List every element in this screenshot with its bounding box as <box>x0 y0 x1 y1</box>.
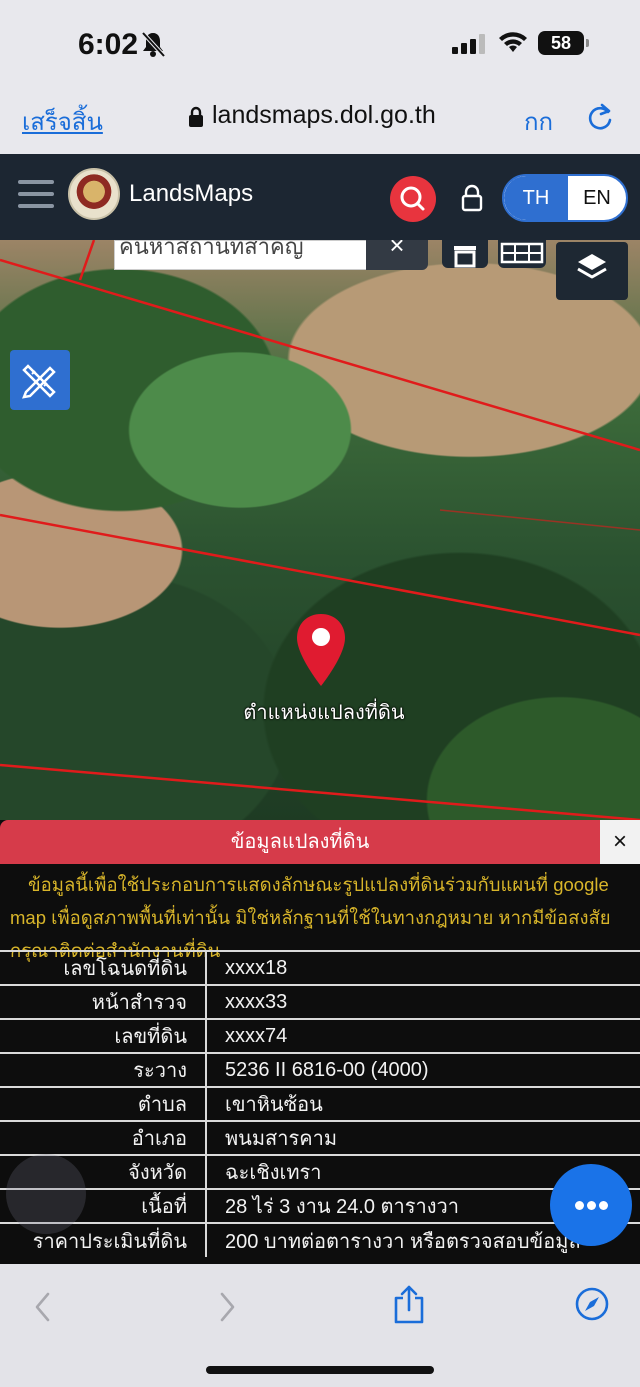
search-clear-button[interactable]: × <box>366 240 428 270</box>
row-value: xxxx74 <box>206 1018 640 1053</box>
table-row: อำเภอ พนมสารคาม <box>0 1120 640 1155</box>
row-label: เลขโฉนดที่ดิน <box>0 950 207 985</box>
lang-en-option[interactable]: EN <box>568 176 626 220</box>
measure-tool-button[interactable] <box>10 350 70 410</box>
layers-icon <box>577 254 607 279</box>
more-options-button[interactable] <box>550 1164 632 1246</box>
table-row: เลขโฉนดที่ดิน xxxx18 <box>0 950 640 985</box>
map-pin-icon[interactable] <box>294 612 348 688</box>
language-toggle[interactable]: TH EN <box>502 174 628 222</box>
grid-icon <box>500 242 544 264</box>
search-button[interactable] <box>390 176 436 222</box>
panel-close-button[interactable]: × <box>600 820 640 864</box>
compass-icon[interactable] <box>574 1286 610 1322</box>
table-row: หน้าสำรวจ xxxx33 <box>0 984 640 1019</box>
table-row: เลขที่ดิน xxxx74 <box>0 1018 640 1053</box>
cellular-signal-icon <box>452 34 485 54</box>
satellite-map[interactable]: ค้นหาสถานที่สำคัญ × ตำแหน่งแปลงที่ดิน <box>0 240 640 820</box>
done-button[interactable]: เสร็จสิ้น <box>22 102 103 141</box>
parcel-info-table: เลขโฉนดที่ดิน xxxx18 หน้าสำรวจ xxxx33 เลขที่… <box>0 950 640 1257</box>
table-row: จังหวัด ฉะเชิงเทรา <box>0 1154 640 1189</box>
chevron-right-icon[interactable] <box>216 1290 238 1324</box>
table-row: ตำบล เขาหินซ้อน <box>0 1086 640 1121</box>
browser-address-bar: เสร็จสิ้น landsmaps.dol.go.th กก <box>0 90 640 154</box>
row-label: หน้าสำรวจ <box>0 984 207 1019</box>
padlock-icon[interactable] <box>460 184 484 212</box>
table-row: เนื้อที่ 28 ไร่ 3 งาน 24.0 ตารางวา <box>0 1188 640 1223</box>
status-time: 6:02 <box>78 28 139 61</box>
row-label: ระวาง <box>0 1052 207 1087</box>
brand-title: LandsMaps <box>129 180 254 207</box>
status-bar: 6:02 58 <box>0 0 640 90</box>
home-indicator <box>206 1366 434 1374</box>
search-icon <box>400 186 425 211</box>
parcel-info-panel: ข้อมูลแปลงที่ดิน × ข้อมูลนี้เพื่อใช้ประก… <box>0 820 640 1264</box>
parcel-boundaries <box>0 240 640 820</box>
text-size-button[interactable]: กก <box>524 102 553 141</box>
row-label: ตำบล <box>0 1086 207 1121</box>
panel-title: ข้อมูลแปลงที่ดิน <box>0 820 600 864</box>
table-row: ระวาง 5236 II 6816-00 (4000) <box>0 1052 640 1087</box>
share-icon[interactable] <box>392 1284 426 1324</box>
browser-toolbar <box>0 1264 640 1387</box>
reload-icon[interactable] <box>586 102 614 132</box>
bell-slash-icon <box>141 31 166 58</box>
info-floating-button[interactable] <box>6 1154 86 1234</box>
chevron-left-icon[interactable] <box>32 1290 54 1324</box>
building-button[interactable] <box>442 240 488 268</box>
row-value: พนมสารคาม <box>206 1120 640 1155</box>
table-row: ราคาประเมินที่ดิน 200 บาทต่อตารางวา หรือต… <box>0 1222 640 1257</box>
app-header: LandsMaps TH EN <box>0 154 640 240</box>
url-field[interactable]: landsmaps.dol.go.th <box>212 101 436 130</box>
lock-icon <box>189 106 203 127</box>
row-label: อำเภอ <box>0 1120 207 1155</box>
row-value: xxxx33 <box>206 984 640 1019</box>
wifi-icon <box>499 32 527 52</box>
row-value: xxxx18 <box>206 950 640 985</box>
pin-label: ตำแหน่งแปลงที่ดิน <box>243 702 405 724</box>
battery-indicator: 58 <box>538 31 589 55</box>
layers-button[interactable] <box>556 242 628 300</box>
row-value: เขาหินซ้อน <box>206 1086 640 1121</box>
ruler-pencil-icon <box>22 364 56 399</box>
grid-button[interactable] <box>498 240 546 268</box>
row-label: เลขที่ดิน <box>0 1018 207 1053</box>
building-icon <box>454 246 476 268</box>
dol-logo <box>68 168 120 220</box>
hamburger-menu-icon[interactable] <box>18 180 54 210</box>
place-search-input[interactable]: ค้นหาสถานที่สำคัญ <box>114 240 368 270</box>
lang-th-option[interactable]: TH <box>504 176 568 220</box>
row-value: 5236 II 6816-00 (4000) <box>206 1052 640 1087</box>
